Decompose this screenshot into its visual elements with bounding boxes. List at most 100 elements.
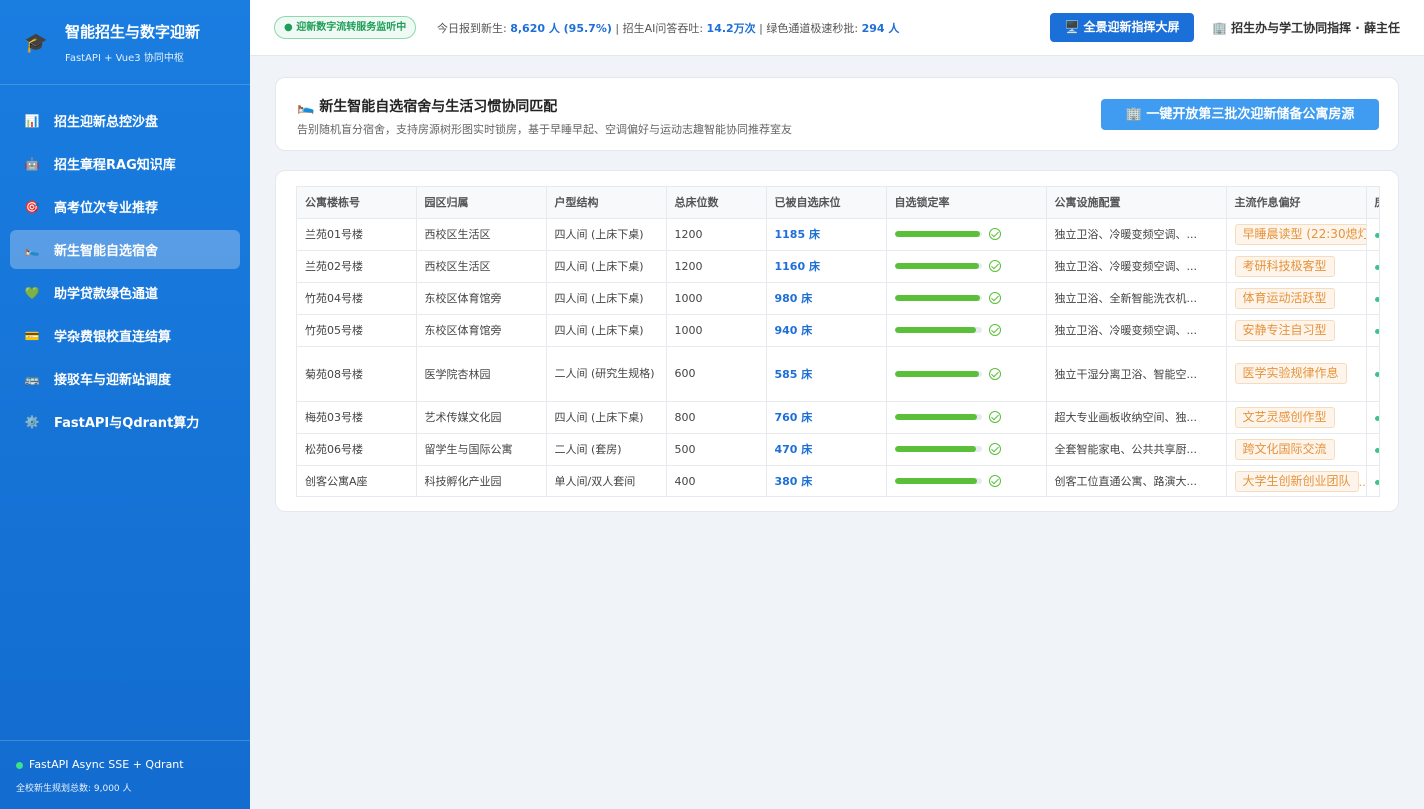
room-type-cell: 四人间 (上床下桌) (546, 250, 667, 283)
sidebar-item-label: FastAPI与Qdrant算力 (54, 416, 200, 431)
progress-bar (894, 414, 982, 420)
chart-icon: 📊 (24, 113, 40, 128)
lock-rate-cell (886, 401, 1047, 434)
app-title: 智能招生与数字迎新 (65, 23, 201, 41)
table-row[interactable]: 梅苑03号楼 艺术传媒文化园 四人间 (上床下桌) 800 760 床 超大专业画板收纳空… (297, 401, 1379, 434)
table-row[interactable]: 松苑06号楼 留学生与国际公寓 二人间 (套房) 500 470 床 全套智能家电、公共共… (297, 433, 1379, 466)
sidebar-item-loan[interactable]: 💚 助学贷款绿色通道 (10, 273, 240, 312)
booked-beds-cell: 380 床 (766, 465, 887, 496)
table-row[interactable]: 竹苑04号楼 东校区体育馆旁 四人间 (上床下桌) 1000 980 床 独立卫浴、全新智… (297, 282, 1379, 315)
sidebar-item-label: 新生智能自选宿舍 (54, 244, 159, 259)
room-type-cell: 四人间 (上床下桌) (546, 401, 667, 434)
lock-rate-cell (886, 465, 1047, 496)
facilities-cell: 独立卫浴、冷暖变频空调、... (1046, 218, 1227, 251)
campus-cell: 科技孵化产业园 (416, 465, 547, 496)
facilities-cell: 独立干湿分离卫浴、智能空... (1046, 346, 1227, 402)
facilities-cell: 超大专业画板收纳空间、独... (1046, 401, 1227, 434)
campus-cell: 东校区体育馆旁 (416, 282, 547, 315)
sidebar-item-dashboard[interactable]: 📊 招生迎新总控沙盘 (10, 101, 240, 140)
sidebar-item-compute[interactable]: ⚙️ FastAPI与Qdrant算力 (10, 402, 240, 441)
habit-cell: 体育运动活跃型 (1226, 282, 1367, 315)
habit-cell: 跨文化国际交流 (1226, 433, 1367, 466)
habit-tag: 早睡晨读型 (22:30熄灯) (1234, 223, 1365, 245)
sidebar-footer: FastAPI Async SSE + Qdrant 全校新生规划总数: 9,0… (0, 740, 250, 809)
gear-icon: ⚙️ (24, 414, 40, 429)
habit-tag: 考研科技极客型 (1234, 255, 1335, 277)
lock-rate-cell (886, 250, 1047, 283)
building-cell: 兰苑02号楼 (297, 250, 417, 283)
progress-bar (894, 263, 982, 269)
habit-cell: 大学生创新创业团队 (1226, 465, 1367, 496)
habit-cell: 文艺灵感创作型 (1226, 401, 1367, 434)
sidebar-item-dorm[interactable]: 🛌 新生智能自选宿舍 (10, 230, 240, 269)
lock-rate-cell (886, 314, 1047, 347)
table-row[interactable]: 创客公寓A座 科技孵化产业园 单人间/双人套间 400 380 床 创客工位直通公寓、路演… (297, 465, 1379, 496)
sidebar-item-major-recommend[interactable]: 🎯 高考位次专业推荐 (10, 187, 240, 226)
dorm-table-card: 公寓楼栋号 园区归属 户型结构 总床位数 已被自选床位 自选锁定率 公寓设施配置… (275, 170, 1399, 512)
table-row[interactable]: 兰苑02号楼 西校区生活区 四人间 (上床下桌) 1200 1160 床 独立卫浴、冷暖变… (297, 250, 1379, 283)
booked-beds-cell: 470 床 (766, 433, 887, 466)
column-header[interactable]: 园区归属 (416, 187, 547, 219)
status-badge: ● 迎新数字流转服务监听中 (274, 16, 417, 39)
column-header[interactable]: 自选锁定率 (886, 187, 1047, 219)
online-dot-icon (16, 762, 23, 769)
column-header[interactable]: 房 (1366, 187, 1379, 219)
table-header-row: 公寓楼栋号 园区归属 户型结构 总床位数 已被自选床位 自选锁定率 公寓设施配置… (297, 187, 1379, 219)
sidebar-item-label: 招生迎新总控沙盘 (54, 115, 159, 130)
sidebar-item-payment[interactable]: 💳 学杂费银校直连结算 (10, 316, 240, 355)
column-header[interactable]: 已被自选床位 (766, 187, 887, 219)
total-beds-cell: 400 (666, 465, 767, 496)
progress-fill (894, 295, 980, 301)
status-cell (1366, 433, 1379, 466)
progress-bar (894, 231, 982, 237)
column-header[interactable]: 公寓设施配置 (1046, 187, 1227, 219)
panel-header-card: 🛌 新生智能自选宿舍与生活习惯协同匹配 告别随机盲分宿舍，支持房源树形图实时锁房… (275, 77, 1399, 151)
command-screen-button[interactable]: 🖥️ 全景迎新指挥大屏 (1050, 13, 1194, 42)
total-beds-cell: 1200 (666, 218, 767, 251)
sidebar-item-shuttle[interactable]: 🚌 接驳车与迎新站调度 (10, 359, 240, 398)
check-circle-icon (988, 228, 1001, 240)
green-heart-icon: 💚 (24, 285, 40, 300)
sidebar-item-rag[interactable]: 🤖 招生章程RAG知识库 (10, 144, 240, 183)
total-beds-cell: 1200 (666, 250, 767, 283)
total-beds-cell: 500 (666, 433, 767, 466)
table-row[interactable]: 兰苑01号楼 西校区生活区 四人间 (上床下桌) 1200 1185 床 独立卫浴、冷暖变… (297, 218, 1379, 251)
column-header[interactable]: 公寓楼栋号 (297, 187, 417, 219)
status-cell (1366, 218, 1379, 251)
campus-cell: 艺术传媒文化园 (416, 401, 547, 434)
status-cell (1366, 282, 1379, 315)
check-circle-icon (988, 443, 1001, 455)
table-row[interactable]: 竹苑05号楼 东校区体育馆旁 四人间 (上床下桌) 1000 940 床 独立卫浴、冷暖变… (297, 314, 1379, 347)
column-header[interactable]: 主流作息偏好 (1226, 187, 1367, 219)
column-header[interactable]: 户型结构 (546, 187, 667, 219)
sidebar-item-label: 助学贷款绿色通道 (54, 287, 159, 302)
column-header[interactable]: 总床位数 (666, 187, 767, 219)
page-title: 🛌 新生智能自选宿舍与生活习惯协同匹配 (297, 99, 558, 115)
habit-cell: 考研科技极客型 (1226, 250, 1367, 283)
total-beds-cell: 600 (666, 346, 767, 402)
topbar: ● 迎新数字流转服务监听中 今日报到新生: 8,620 人 (95.7%) | … (250, 0, 1424, 56)
habit-tag: 大学生创新创业团队 (1234, 470, 1359, 492)
check-circle-icon (988, 260, 1001, 272)
progress-fill (894, 370, 980, 377)
stats-ticker: 今日报到新生: 8,620 人 (95.7%) | 招生AI问答吞吐: 14.2… (437, 20, 899, 36)
open-reserve-rooms-button[interactable]: 🏢 一键开放第三批次迎新储备公寓房源 (1101, 99, 1379, 130)
status-cell (1366, 346, 1379, 402)
booked-beds-cell: 1160 床 (766, 250, 887, 283)
building-cell: 竹苑04号楼 (297, 282, 417, 315)
ticker-value-ai: 14.2万次 (706, 22, 756, 35)
campus-cell: 西校区生活区 (416, 218, 547, 251)
sidebar-item-label: 接驳车与迎新站调度 (54, 373, 172, 388)
habit-cell: 医学实验规律作息 (1226, 346, 1367, 402)
booked-beds-cell: 585 床 (766, 346, 887, 402)
ticker-value-checkin: 8,620 人 (95.7%) (510, 22, 612, 35)
target-icon: 🎯 (24, 199, 40, 214)
table-row[interactable]: 菊苑08号楼 医学院杏林园 二人间 (研究生规格) 600 585 床 独立干湿分离卫浴、… (297, 346, 1379, 402)
habit-cell: 早睡晨读型 (22:30熄灯) (1226, 218, 1367, 251)
habit-cell: 安静专注自习型 (1226, 314, 1367, 347)
lock-rate-cell (886, 282, 1047, 315)
habit-tag: 体育运动活跃型 (1234, 287, 1335, 309)
user-info[interactable]: 🏢 招生办与学工协同指挥 · 薛主任 (1212, 19, 1400, 36)
table-scroll-area[interactable]: 公寓楼栋号 园区归属 户型结构 总床位数 已被自选床位 自选锁定率 公寓设施配置… (296, 186, 1380, 497)
status-dot-icon (1374, 328, 1379, 334)
